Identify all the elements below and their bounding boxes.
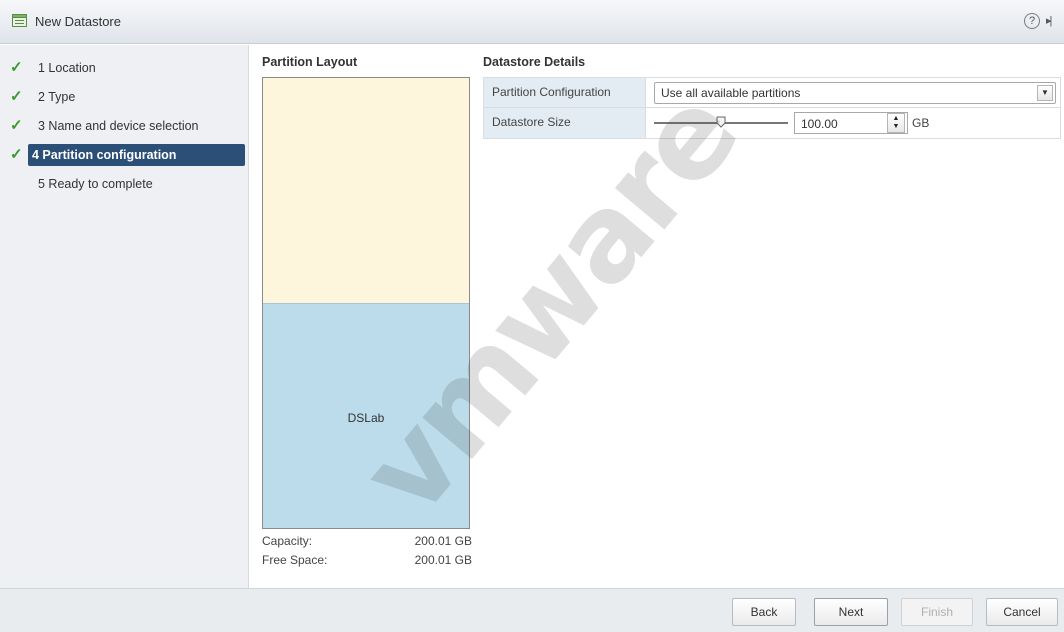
datastore-size-value: 100.00 [801, 117, 838, 131]
step-label: 3 Name and device selection [38, 119, 199, 133]
check-icon: ✓ [10, 59, 23, 76]
size-unit: GB [912, 116, 930, 130]
step-label: 2 Type [38, 90, 76, 104]
free-space-row: Free Space: 200.01 GB [262, 553, 472, 569]
capacity-label: Capacity: [262, 534, 313, 548]
next-button[interactable]: Next [814, 598, 888, 626]
partition-label: DSLab [347, 411, 385, 425]
back-button[interactable]: Back [732, 598, 796, 626]
step-location[interactable]: ✓ 1 Location [6, 57, 244, 79]
step-label: 4 Partition configuration [32, 148, 177, 162]
help-icon[interactable]: ? [1024, 13, 1040, 29]
partition-configuration-row: Partition Configuration Use all availabl… [484, 78, 1060, 108]
finish-button[interactable]: Finish [901, 598, 973, 626]
wizard-footer: Back Next Finish Cancel [0, 588, 1064, 632]
size-spinner[interactable]: ▲ ▼ [887, 113, 905, 133]
spin-up-icon[interactable]: ▲ [888, 115, 904, 122]
check-icon: ✓ [10, 88, 23, 105]
datastore-details-title: Datastore Details [483, 55, 586, 69]
step-label: 1 Location [38, 61, 96, 75]
capacity-value: 200.01 GB [414, 534, 472, 548]
partition-layout-graphic: DSLab [262, 77, 470, 529]
datastore-size-row: Datastore Size 100.00 ▲ ▼ GB [484, 108, 1060, 138]
cancel-button[interactable]: Cancel [986, 598, 1058, 626]
partition-configuration-value: Use all available partitions [661, 86, 801, 100]
spin-down-icon[interactable]: ▼ [888, 123, 904, 130]
datastore-details-table: Partition Configuration Use all availabl… [483, 77, 1061, 139]
slider-thumb[interactable] [716, 116, 726, 128]
title-bar: New Datastore ? ▸| [0, 0, 1064, 44]
check-icon: ✓ [10, 117, 23, 134]
datastore-icon [12, 14, 27, 27]
used-partition-segment[interactable]: DSLab [263, 303, 469, 528]
window-title: New Datastore [35, 14, 121, 29]
step-type[interactable]: ✓ 2 Type [6, 86, 244, 108]
wizard-steps: ✓ 1 Location ✓ 2 Type ✓ 3 Name and devic… [0, 45, 249, 588]
expand-icon[interactable]: ▸| [1046, 14, 1053, 27]
capacity-row: Capacity: 200.01 GB [262, 534, 472, 550]
partition-layout-title: Partition Layout [262, 55, 358, 69]
step-label: 5 Ready to complete [38, 177, 153, 191]
step-name-and-device-selection[interactable]: ✓ 3 Name and device selection [6, 115, 244, 137]
check-icon: ✓ [10, 146, 23, 163]
dropdown-arrow-icon[interactable]: ▼ [1037, 85, 1053, 101]
partition-configuration-select[interactable]: Use all available partitions ▼ [654, 82, 1056, 104]
step-ready-to-complete[interactable]: 5 Ready to complete [6, 173, 244, 195]
step-partition-configuration[interactable]: 4 Partition configuration [28, 144, 245, 166]
datastore-size-label: Datastore Size [484, 108, 646, 138]
free-space-value: 200.01 GB [414, 553, 472, 567]
partition-configuration-label: Partition Configuration [484, 78, 646, 107]
free-space-label: Free Space: [262, 553, 328, 567]
